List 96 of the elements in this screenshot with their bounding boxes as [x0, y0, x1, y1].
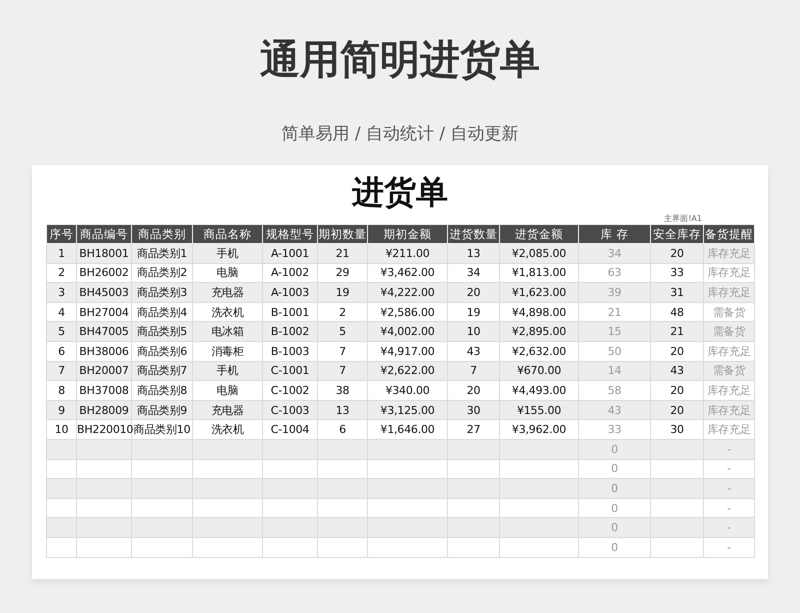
table-cell: ¥1,646.00: [368, 420, 448, 440]
table-cell: -: [704, 537, 754, 557]
table-cell: 7: [318, 341, 368, 362]
table-cell: 库存充足: [704, 282, 754, 302]
table-cell: 43: [448, 341, 500, 362]
table-cell: 10: [448, 322, 500, 342]
table-cell: ¥1,623.00: [500, 282, 578, 302]
table-cell: 27: [448, 420, 500, 440]
table-cell: ¥4,917.00: [368, 341, 448, 362]
table-cell: 38: [318, 380, 368, 400]
table-cell: 0: [578, 537, 650, 557]
table-cell: 21: [318, 244, 368, 264]
table-cell: ¥4,222.00: [368, 282, 448, 302]
table-cell: 手机: [192, 244, 262, 264]
page-subtitle: 简单易用 / 自动统计 / 自动更新: [281, 123, 519, 146]
table-cell: 商品类别6: [132, 341, 192, 362]
table-cell: 充电器: [192, 282, 262, 302]
table-cell: 39: [578, 282, 650, 302]
table-cell: B-1003: [262, 341, 318, 362]
table-cell: 电脑: [192, 380, 262, 400]
table-cell: BH220010: [76, 420, 132, 440]
column-header: 进货金额: [500, 224, 578, 244]
table-cell: 商品类别1: [132, 244, 192, 264]
table-cell: 0: [578, 518, 650, 538]
column-header: 序号: [46, 224, 76, 244]
table-cell: 20: [448, 380, 500, 400]
table-cell: 需备货: [704, 322, 754, 342]
table-cell: 库存充足: [704, 244, 754, 264]
table-cell: 洗衣机: [192, 420, 262, 440]
table-cell: 10: [46, 420, 76, 440]
table-cell: ¥2,085.00: [500, 244, 578, 264]
column-header: 规格型号: [262, 224, 318, 244]
table-cell: 13: [448, 244, 500, 264]
table-cell: BH18001: [76, 244, 132, 264]
table-cell: 8: [46, 380, 76, 400]
column-header: 进货数量: [448, 224, 500, 244]
table-cell: BH45003: [76, 282, 132, 302]
table-cell: 5: [318, 322, 368, 342]
table-cell: 0: [578, 439, 650, 460]
table-cell: ¥211.00: [368, 244, 448, 264]
page-headline: 通用简明进货单: [260, 36, 540, 85]
table-cell: 库存充足: [704, 341, 754, 362]
table-cell: -: [704, 439, 754, 460]
table-cell: ¥2,895.00: [500, 322, 578, 342]
table-cell: 3: [46, 282, 76, 302]
table-cell: 0: [578, 478, 650, 498]
table-cell: C-1002: [262, 380, 318, 400]
table-cell: ¥340.00: [368, 380, 448, 400]
cell-reference-note: 主界面!A1: [664, 213, 702, 224]
table-cell: BH47005: [76, 322, 132, 342]
table-cell: 20: [650, 341, 704, 362]
table-cell: 商品类别5: [132, 322, 192, 342]
table-cell: 商品类别3: [132, 282, 192, 302]
column-header: 商品编号: [76, 224, 132, 244]
table-cell: 商品类别8: [132, 380, 192, 400]
column-header: 期初金额: [368, 224, 448, 244]
table-cell: ¥4,493.00: [500, 380, 578, 400]
table-cell: 30: [650, 420, 704, 440]
table-cell: 20: [650, 244, 704, 264]
table-cell: ¥2,632.00: [500, 341, 578, 362]
table-cell: A-1001: [262, 244, 318, 264]
table-cell: BH38006: [76, 341, 132, 362]
table-cell: B-1002: [262, 322, 318, 342]
table-cell: 15: [578, 322, 650, 342]
table-cell: C-1004: [262, 420, 318, 440]
table-cell: 19: [318, 282, 368, 302]
table-cell: 50: [578, 341, 650, 362]
table-cell: 库存充足: [704, 420, 754, 440]
table-cell: 21: [650, 322, 704, 342]
table-cell: 20: [650, 380, 704, 400]
column-header: 商品名称: [192, 224, 262, 244]
table-cell: 1: [46, 244, 76, 264]
table-cell: 6: [318, 420, 368, 440]
sheet-title: 进货单: [352, 172, 448, 213]
table-cell: ¥3,962.00: [500, 420, 578, 440]
table-cell: 消毒柜: [192, 341, 262, 362]
table-cell: 34: [578, 244, 650, 264]
table-cell: 商品类别10: [132, 420, 192, 440]
table-cell: -: [704, 478, 754, 498]
table-cell: 电冰箱: [192, 322, 262, 342]
column-header: 备货提醒: [704, 224, 754, 244]
column-header: 商品类别: [132, 224, 192, 244]
table-cell: ¥4,002.00: [368, 322, 448, 342]
column-header: 安全库存: [650, 224, 704, 244]
table-cell: 20: [448, 282, 500, 302]
table-cell: 6: [46, 341, 76, 362]
column-header: 库 存: [578, 224, 650, 244]
column-header: 期初数量: [318, 224, 368, 244]
table-cell: 33: [578, 420, 650, 440]
table-cell: 31: [650, 282, 704, 302]
table-cell: 5: [46, 322, 76, 342]
table-cell: -: [704, 518, 754, 538]
table-cell: BH37008: [76, 380, 132, 400]
table-cell: A-1003: [262, 282, 318, 302]
table-cell: 58: [578, 380, 650, 400]
table-cell: 库存充足: [704, 380, 754, 400]
